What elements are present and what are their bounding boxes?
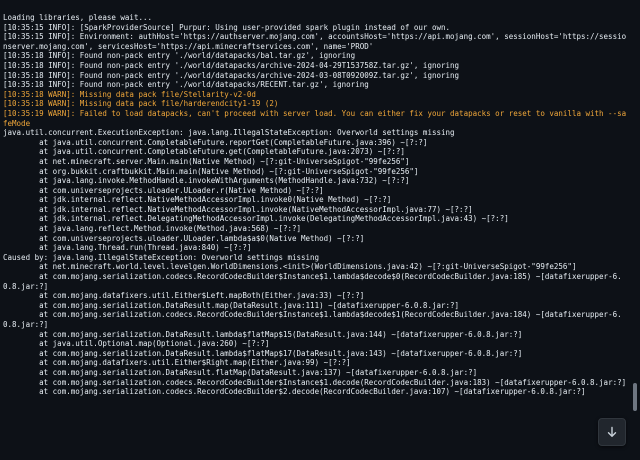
log-line: Loading libraries, please wait... [3,13,153,22]
console-bottom-edge [0,452,640,460]
log-line: at jdk.internal.reflect.NativeMethodAcce… [3,195,392,205]
log-line: at com.mojang.datafixers.util.Either$Lef… [3,291,365,301]
scroll-to-bottom-button[interactable] [598,418,626,446]
console-output[interactable]: Loading libraries, please wait... [10:35:… [0,0,640,460]
log-line: at net.minecraft.world.level.levelgen.Wo… [3,262,577,272]
log-line: at com.mojang.serialization.DataResult.f… [3,367,478,377]
log-line: at com.mojang.serialization.codecs.Recor… [3,387,586,397]
log-line: [10:35:15 INFO]: [SparkProviderSource] P… [3,22,451,32]
log-line-warn: [10:35:19 WARN]: Failed to load datapack… [3,108,627,128]
log-line: at java.lang.reflect.Method.invoke(Metho… [3,224,302,234]
log-line: at org.bukkit.craftbukkit.Main.main(Nati… [3,166,419,176]
log-line: at com.mojang.serialization.DataResult.l… [3,348,523,358]
log-line-warn: [10:35:18 WARN]: Missing data pack file/… [3,99,279,109]
scrollbar-thumb[interactable] [633,383,637,411]
log-line: at com.universeprojects.uloader.ULoader.… [3,185,324,195]
log-line: [10:35:18 INFO]: Found non-pack entry '.… [3,51,356,61]
log-line: at java.util.concurrent.CompletableFutur… [3,137,428,147]
log-line: at java.lang.Thread.run(Thread.java:840)… [3,243,252,253]
log-line: at java.util.concurrent.CompletableFutur… [3,147,405,157]
log-line: at java.lang.invoke.MethodHandle.invokeW… [3,176,410,186]
log-line: [10:35:18 INFO]: Found non-pack entry '.… [3,80,369,90]
log-line: at com.universeprojects.uloader.ULoader.… [3,233,365,243]
console-scrollbar[interactable] [630,0,640,460]
arrow-down-icon [607,426,617,437]
log-line: [10:35:18 INFO]: Found non-pack entry '.… [3,70,460,80]
log-line: at net.minecraft.server.Main.main(Native… [3,156,410,166]
log-line: Caused by: java.lang.IllegalStateExcepti… [3,252,320,262]
log-line: at com.mojang.serialization.codecs.Recor… [3,272,622,291]
log-line: java.util.concurrent.ExecutionException:… [3,128,455,138]
log-line: at com.mojang.datafixers.util.Either$Rig… [3,358,351,368]
log-line: at jdk.internal.reflect.NativeMethodAcce… [3,204,473,214]
log-line: at com.mojang.serialization.codecs.Recor… [3,310,622,329]
log-line: [10:35:15 INFO]: Environment: authHost='… [3,32,627,51]
log-line: [10:35:18 INFO]: Found non-pack entry '.… [3,60,460,70]
log-line: at com.mojang.serialization.codecs.Recor… [3,377,627,387]
log-line: at java.util.Optional.map(Optional.java:… [3,339,270,349]
console-log: Loading libraries, please wait... [10:35:… [3,13,629,397]
log-line: at com.mojang.serialization.DataResult.l… [3,329,523,339]
log-line: at jdk.internal.reflect.DelegatingMethod… [3,214,509,224]
log-line-warn: [10:35:18 WARN]: Missing data pack file/… [3,89,256,99]
log-line: at com.mojang.serialization.DataResult.m… [3,300,460,310]
